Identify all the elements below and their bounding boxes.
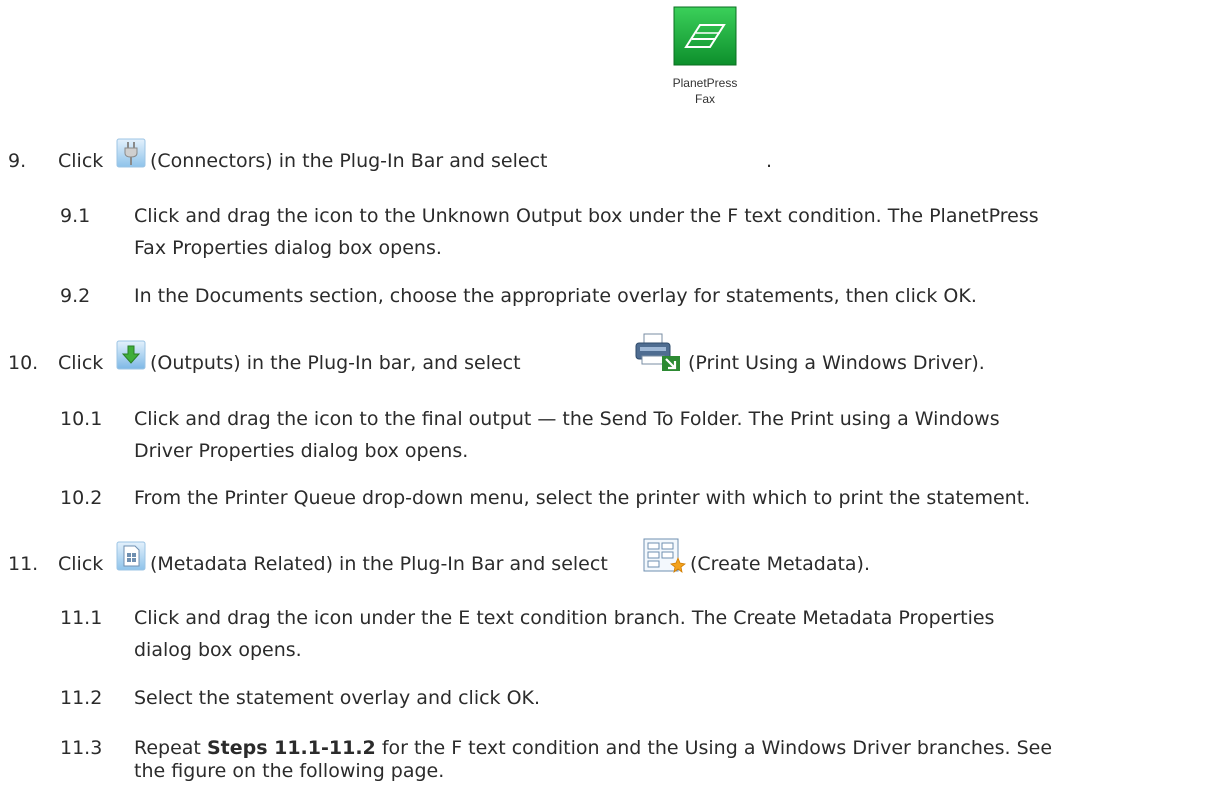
step-number: 11. (8, 553, 39, 575)
step-text-click: Click (58, 150, 104, 172)
step-target-label: (Create Metadata). (690, 553, 871, 575)
step-number: 10. (8, 352, 39, 374)
substep-line: Click and drag the icon to the Unknown O… (134, 205, 1039, 227)
planetpress-caption-line2: Fax (694, 92, 715, 106)
substep-number: 9.1 (60, 205, 91, 227)
substep-number: 11.3 (60, 737, 103, 759)
substep-line: Fax Properties dialog box opens. (134, 237, 442, 259)
step-number: 9. (8, 150, 27, 172)
substep-line: From the Printer Queue drop-down menu, s… (134, 487, 1031, 509)
substep-line: Driver Properties dialog box opens. (134, 440, 469, 462)
planetpress-fax-icon (673, 6, 737, 66)
metadata-related-icon (116, 541, 146, 571)
substep-number: 11.2 (60, 687, 103, 709)
step-plugin-label: (Metadata Related) in the Plug-In Bar an… (150, 553, 608, 575)
outputs-arrow-icon (116, 340, 146, 370)
substep-line: Click and drag the icon to the final out… (134, 408, 1000, 430)
step-target-label: . (766, 150, 773, 172)
substep-line: the figure on the following page. (134, 760, 445, 782)
substep-number: 10.1 (60, 408, 103, 430)
step-target-label: (Print Using a Windows Driver). (688, 352, 985, 374)
substep-number: 9.2 (60, 285, 91, 307)
step-plugin-label: (Connectors) in the Plug-In Bar and sele… (150, 150, 548, 172)
step-plugin-label: (Outputs) in the Plug-In bar, and select (150, 352, 521, 374)
step-text-click: Click (58, 352, 104, 374)
substep-number: 11.1 (60, 607, 103, 629)
substep-line: Click and drag the icon under the E text… (134, 607, 995, 629)
substep-text: for the F text condition and the Using a… (381, 737, 1053, 759)
substep-number: 10.2 (60, 487, 103, 509)
substep-line: Select the statement overlay and click O… (134, 687, 541, 709)
step-text-click: Click (58, 553, 104, 575)
print-windows-driver-icon (635, 333, 680, 371)
planetpress-caption-line1: PlanetPress (672, 76, 738, 90)
substep-line: In the Documents section, choose the app… (134, 285, 977, 307)
substep-line: dialog box opens. (134, 639, 302, 661)
create-metadata-icon (643, 538, 686, 573)
connectors-plug-icon (116, 138, 146, 168)
